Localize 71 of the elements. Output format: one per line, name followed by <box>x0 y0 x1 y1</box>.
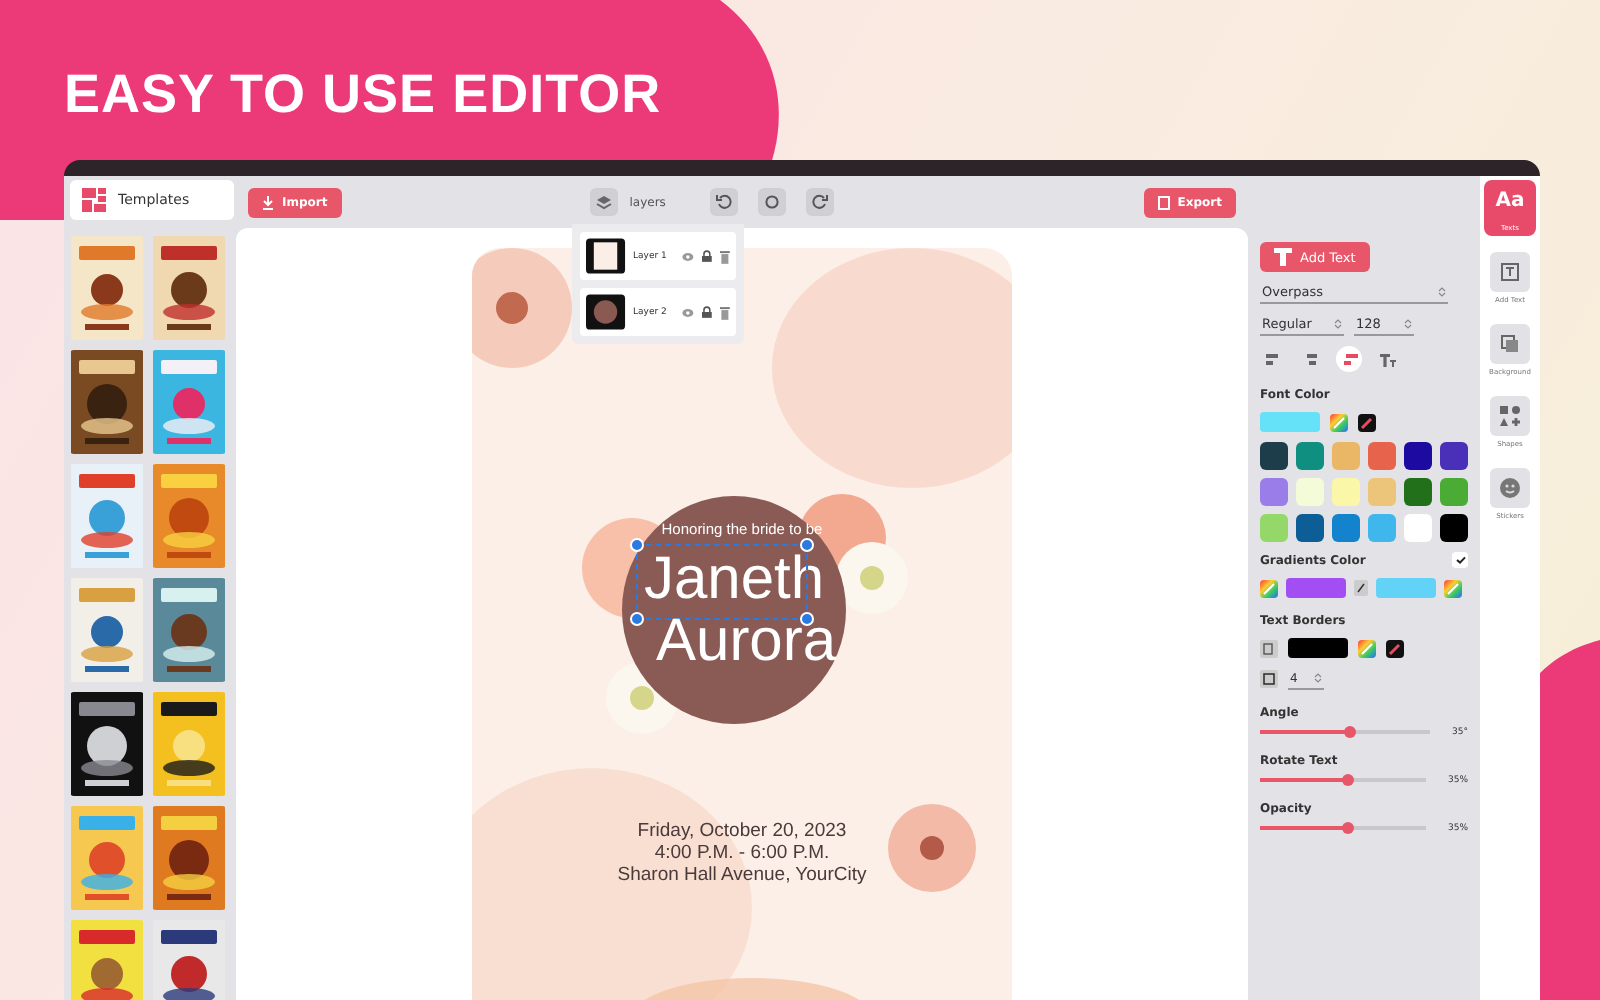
align-icon <box>1265 351 1281 367</box>
color-swatch[interactable] <box>1296 478 1324 506</box>
undo-icon <box>715 194 732 210</box>
text-icon <box>1274 248 1292 266</box>
circle-icon <box>763 194 780 210</box>
align-button[interactable] <box>1336 346 1362 372</box>
color-swatch[interactable] <box>1440 514 1468 542</box>
border-style-icon[interactable] <box>1260 639 1278 657</box>
color-swatch[interactable] <box>1332 442 1360 470</box>
align-icon <box>1379 351 1395 367</box>
color-swatch[interactable] <box>1368 478 1396 506</box>
color-swatch[interactable] <box>1332 478 1360 506</box>
border-color[interactable] <box>1288 638 1348 658</box>
poster-name[interactable]: Aurora <box>656 612 837 672</box>
color-swatch[interactable] <box>1440 478 1468 506</box>
color-swatch[interactable] <box>1260 442 1288 470</box>
eye-icon[interactable] <box>682 251 695 261</box>
color-swatch[interactable] <box>1368 514 1396 542</box>
color-swatch[interactable] <box>1440 442 1468 470</box>
reset-button[interactable] <box>757 188 786 216</box>
redo-button[interactable] <box>805 188 834 216</box>
download-icon <box>262 195 274 209</box>
redo-icon <box>811 194 828 210</box>
file-icon <box>1157 195 1170 209</box>
color-swatch[interactable] <box>1260 514 1288 542</box>
smiley-icon <box>1490 468 1530 508</box>
border-width-icon[interactable] <box>1260 670 1278 688</box>
lock-icon[interactable] <box>702 250 713 262</box>
color-swatch[interactable] <box>1332 514 1360 542</box>
gradient-end-color[interactable] <box>1376 578 1436 598</box>
layers-icon <box>595 194 612 210</box>
trash-icon[interactable] <box>720 249 730 263</box>
gradient-checkbox[interactable] <box>1452 552 1468 568</box>
current-color[interactable] <box>1260 412 1320 432</box>
gradient-start-color[interactable] <box>1286 578 1346 598</box>
trash-icon[interactable] <box>720 305 730 319</box>
text-frame-icon <box>1490 252 1530 292</box>
poster-detail: Friday, October 20, 2023 <box>635 820 849 842</box>
color-swatch[interactable] <box>1404 442 1432 470</box>
check-icon <box>1455 556 1465 564</box>
lock-icon[interactable] <box>702 306 713 318</box>
layers-icon <box>1490 324 1530 364</box>
poster-detail: Sharon Hall Avenue, YourCity <box>617 864 867 886</box>
stepper-icon <box>1404 318 1412 330</box>
stepper-icon <box>1334 318 1342 330</box>
color-swatch[interactable] <box>1404 514 1432 542</box>
layer-thumbnail <box>586 294 626 330</box>
color-swatch[interactable] <box>1296 514 1324 542</box>
color-wheel-icon[interactable] <box>1330 413 1348 431</box>
color-swatch[interactable] <box>1296 442 1324 470</box>
stepper-icon <box>1314 672 1322 684</box>
eyedropper-icon[interactable] <box>1386 639 1404 657</box>
eye-icon[interactable] <box>682 307 695 317</box>
poster-name[interactable]: Janeth <box>644 550 825 610</box>
eyedropper-icon[interactable] <box>1358 413 1376 431</box>
align-icon <box>1341 351 1357 367</box>
layers-button[interactable] <box>589 188 618 216</box>
color-wheel-icon[interactable] <box>1260 579 1278 597</box>
color-swatch[interactable] <box>1368 442 1396 470</box>
stepper-icon <box>1438 286 1446 298</box>
color-swatch[interactable] <box>1260 478 1288 506</box>
color-wheel-icon[interactable] <box>1444 579 1462 597</box>
shapes-icon <box>1490 396 1530 436</box>
grid-icon <box>82 188 106 212</box>
poster-detail: 4:00 P.M. - 6:00 P.M. <box>652 842 832 864</box>
color-wheel-icon[interactable] <box>1358 639 1376 657</box>
align-icon <box>1303 351 1319 367</box>
headline: EASY TO USE EDITOR <box>64 64 662 124</box>
layer-thumbnail <box>586 238 626 274</box>
undo-button[interactable] <box>709 188 738 216</box>
color-swatch[interactable] <box>1404 478 1432 506</box>
